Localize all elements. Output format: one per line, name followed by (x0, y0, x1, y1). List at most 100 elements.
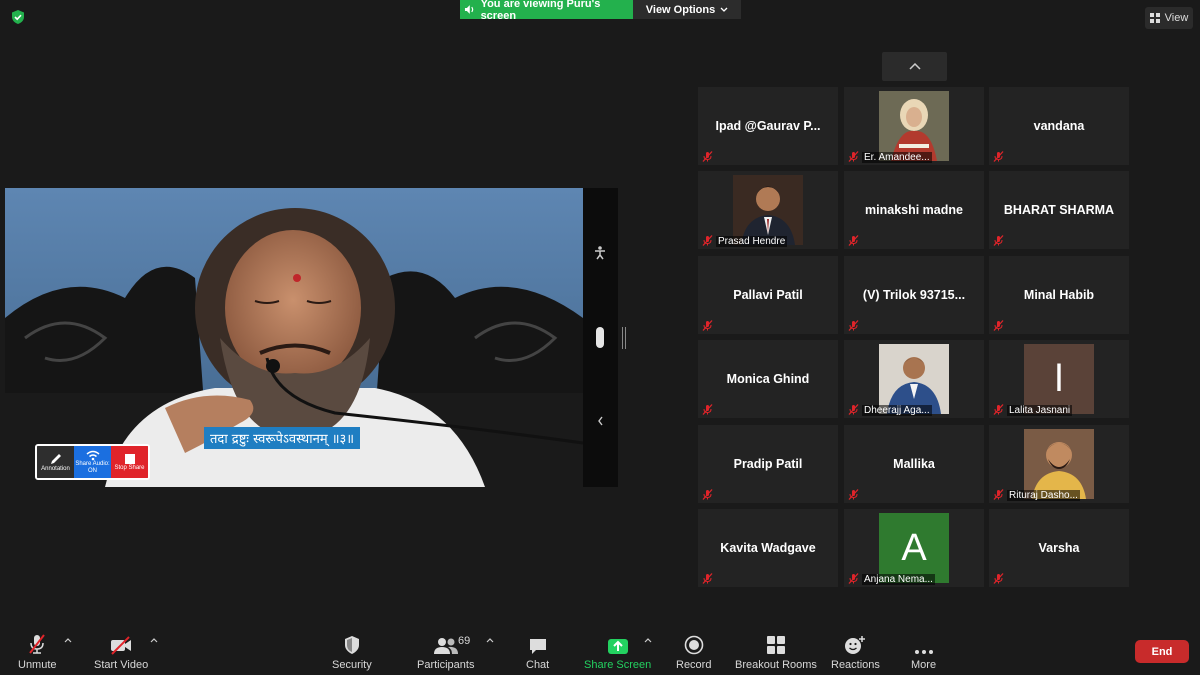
share-options-caret-icon[interactable] (644, 636, 652, 644)
stop-share-label: Stop Share (114, 464, 145, 471)
video-options-caret-icon[interactable] (150, 636, 158, 644)
shared-screen[interactable]: तदा द्रष्टुः स्वरूपेऽवस्थानम् ॥३॥ Annota… (5, 188, 618, 487)
collapse-left-icon[interactable] (597, 416, 604, 426)
record-icon (684, 635, 704, 655)
mic-muted-icon (993, 235, 1004, 246)
scroll-handle[interactable] (596, 327, 604, 348)
participant-name: vandana (1033, 119, 1085, 133)
participant-tile[interactable]: vandana (989, 87, 1129, 165)
participants-label: Participants (417, 659, 475, 671)
audio-options-caret-icon[interactable] (64, 636, 72, 644)
mic-muted-icon (702, 404, 713, 415)
breakout-rooms-icon (766, 636, 785, 654)
share-screen-button[interactable]: Share Screen (584, 633, 651, 671)
mic-muted-icon (993, 151, 1004, 162)
security-label: Security (332, 659, 372, 671)
mic-muted-icon (702, 489, 713, 500)
record-label: Record (676, 659, 712, 671)
participant-tile[interactable]: Rituraj Dasho... (989, 425, 1129, 503)
view-layout-button[interactable]: View (1145, 7, 1193, 29)
participant-name: Kavita Wadgave (720, 541, 816, 555)
participant-tile[interactable]: Pallavi Patil (698, 256, 838, 334)
participant-name: Lalita Jasnani (1007, 405, 1073, 416)
participant-tile[interactable]: (V) Trilok 93715... (844, 256, 984, 334)
share-audio-state: ON (88, 467, 97, 474)
accessibility-icon[interactable] (594, 246, 606, 260)
grid-icon (1149, 13, 1160, 23)
share-screen-label: Share Screen (584, 659, 652, 671)
stop-share-button[interactable]: Stop Share (111, 446, 148, 478)
participant-tile[interactable]: Pradip Patil (698, 425, 838, 503)
participant-tile[interactable]: Mallika (844, 425, 984, 503)
gallery-page-up-button[interactable] (882, 52, 947, 81)
viewing-screen-banner: You are viewing Puru's screen (460, 0, 633, 22)
participant-name: Pradip Patil (733, 457, 803, 471)
chevron-up-icon (908, 63, 921, 70)
chat-button[interactable]: Chat (526, 633, 549, 671)
mic-muted-icon (702, 235, 713, 246)
start-video-button[interactable]: Start Video (94, 633, 148, 671)
reactions-button[interactable]: Reactions (831, 633, 880, 671)
chat-bubble-icon (529, 639, 546, 654)
participant-tile[interactable]: l Lalita Jasnani (989, 340, 1129, 418)
participant-name: BHARAT SHARMA (1003, 203, 1115, 217)
view-options-button[interactable]: View Options (633, 0, 741, 19)
end-meeting-button[interactable]: End (1135, 640, 1189, 663)
speaker-icon (464, 5, 474, 14)
participant-tile[interactable]: Prasad Hendre (698, 171, 838, 249)
mic-muted-icon (993, 320, 1004, 331)
participants-icon (433, 638, 458, 654)
mic-muted-icon (993, 573, 1004, 584)
more-dots-icon (914, 650, 933, 654)
view-options-label: View Options (645, 3, 716, 16)
participants-options-caret-icon[interactable] (486, 636, 494, 644)
mic-muted-icon (702, 573, 713, 584)
unmute-label: Unmute (18, 659, 57, 671)
participant-name: (V) Trilok 93715... (862, 288, 966, 302)
participant-tile[interactable]: Ipad @Gaurav P... (698, 87, 838, 165)
participant-name: Varsha (1038, 541, 1080, 555)
participant-tile[interactable]: Minal Habib (989, 256, 1129, 334)
mic-muted-icon (702, 320, 713, 331)
participant-avatar-letter: l (1024, 344, 1094, 414)
chevron-down-icon (720, 7, 728, 12)
meeting-toolbar: Unmute Start Video Security Participants… (0, 625, 1200, 675)
breakout-rooms-button[interactable]: Breakout Rooms (735, 633, 817, 671)
security-button[interactable]: Security (332, 633, 372, 671)
view-label: View (1164, 12, 1189, 24)
participant-tile[interactable]: Monica Ghind (698, 340, 838, 418)
participant-name: Mallika (893, 457, 935, 471)
participant-tile[interactable]: A Anjana Nema... (844, 509, 984, 587)
participant-tile[interactable]: Kavita Wadgave (698, 509, 838, 587)
share-screen-icon (607, 639, 628, 654)
record-button[interactable]: Record (676, 633, 711, 671)
participant-tile[interactable]: Varsha (989, 509, 1129, 587)
share-audio-label: Share Audio: (75, 460, 110, 467)
participant-name: Dheerajj Aga... (862, 405, 932, 416)
panel-resize-handle[interactable] (622, 327, 626, 349)
more-button[interactable]: More (911, 633, 936, 671)
mic-muted-icon (848, 151, 859, 162)
video-off-icon (111, 636, 132, 655)
reactions-label: Reactions (831, 659, 880, 671)
pencil-icon (50, 453, 61, 464)
breakout-rooms-label: Breakout Rooms (735, 659, 817, 671)
participant-tile[interactable]: minakshi madne (844, 171, 984, 249)
participants-count-badge: 69 (458, 635, 471, 647)
mic-muted-icon (993, 404, 1004, 415)
annotation-label: Annotation (41, 465, 70, 472)
participant-tile[interactable]: BHARAT SHARMA (989, 171, 1129, 249)
shield-icon (344, 636, 359, 654)
participant-tile[interactable]: Er. Amandee... (844, 87, 984, 165)
mic-muted-icon (702, 151, 713, 162)
mic-muted-icon (848, 404, 859, 415)
mic-muted-icon (848, 489, 859, 500)
participant-tile[interactable]: Dheerajj Aga... (844, 340, 984, 418)
participant-name: Rituraj Dasho... (1007, 490, 1080, 501)
annotation-button[interactable]: Annotation (37, 446, 74, 478)
unmute-button[interactable]: Unmute (18, 633, 57, 671)
security-shield-icon[interactable] (10, 9, 26, 25)
share-audio-button[interactable]: Share Audio: ON (74, 446, 111, 478)
participant-photo (879, 91, 949, 161)
mic-muted-icon (848, 573, 859, 584)
